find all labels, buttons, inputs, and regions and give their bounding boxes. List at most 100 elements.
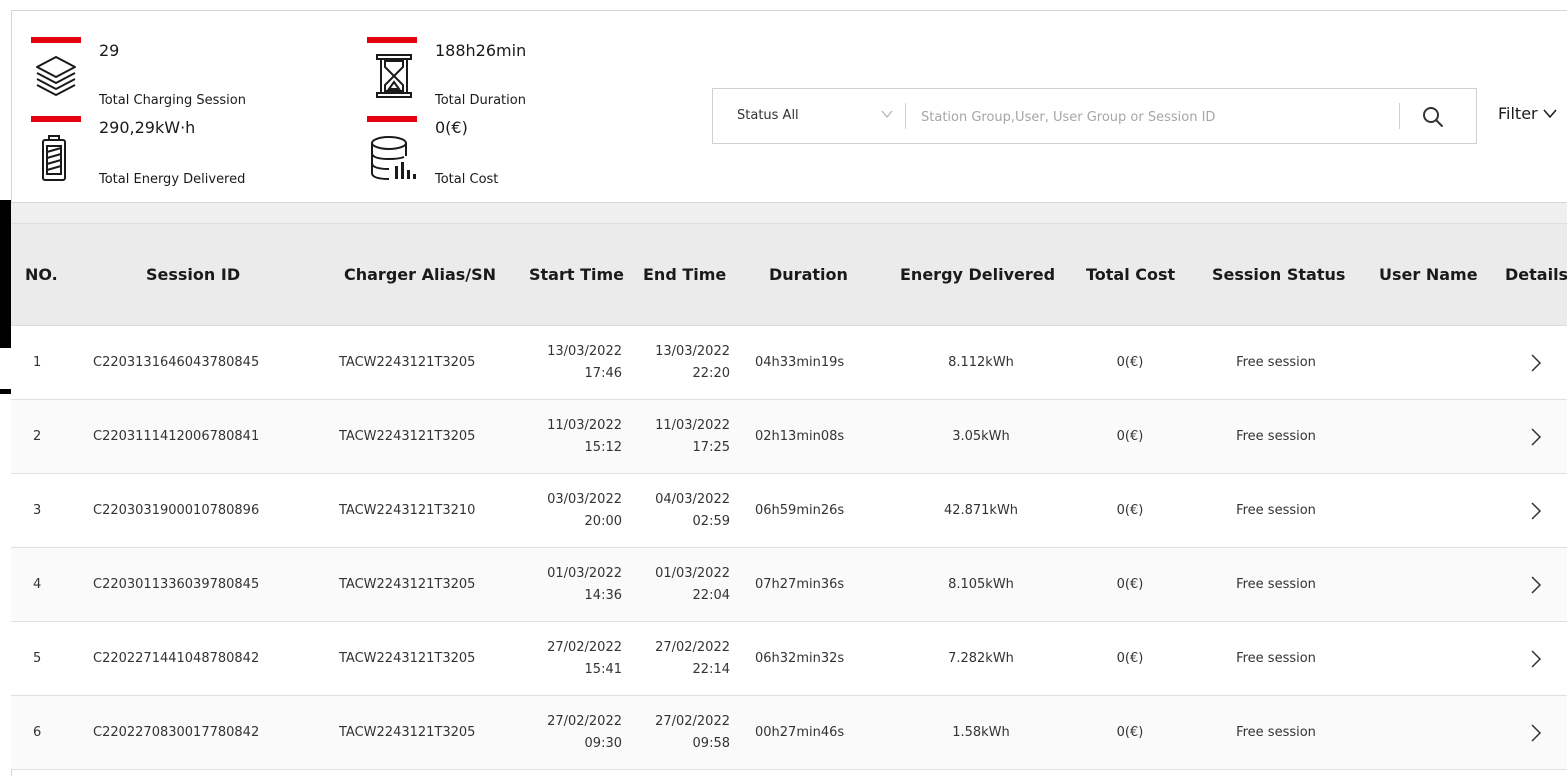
cost-label: Total Cost — [435, 172, 499, 187]
table-body: 1 C2203131646043780845 TACW2243121T3205 … — [11, 326, 1567, 770]
start-clock: 09:30 — [584, 735, 622, 751]
search-icon — [1423, 107, 1443, 127]
cell-status: Free session — [1236, 429, 1316, 444]
cell-duration: 06h32min32s — [755, 651, 845, 666]
start-clock: 15:41 — [584, 661, 622, 677]
cell-charger: TACW2243121T3205 — [339, 651, 476, 666]
stat-accent-bar — [367, 37, 417, 43]
start-date: 27/02/2022 — [547, 713, 622, 729]
cell-user — [1371, 474, 1481, 547]
chevron-right-icon — [1531, 501, 1542, 520]
cell-duration: 00h27min46s — [755, 725, 845, 740]
duration-value: 188h26min — [435, 41, 527, 60]
cell-end-time: 01/03/2022 22:04 — [627, 548, 730, 621]
cell-status: Free session — [1236, 503, 1316, 518]
cell-end-time: 13/03/2022 22:20 — [627, 326, 730, 399]
stat-accent-bar — [367, 116, 417, 122]
end-clock: 22:20 — [692, 365, 730, 381]
cell-duration: 04h33min19s — [755, 355, 845, 370]
cell-cost: 0(€) — [1116, 429, 1144, 444]
header-charger[interactable]: Charger Alias/SN — [344, 224, 496, 326]
cell-charger: TACW2243121T3205 — [339, 429, 476, 444]
cell-end-time: 11/03/2022 17:25 — [627, 400, 730, 473]
header-start-time[interactable]: Start Time — [529, 224, 624, 326]
cell-duration: 07h27min36s — [755, 577, 845, 592]
end-clock: 17:25 — [692, 439, 730, 455]
search-button[interactable] — [1413, 97, 1453, 137]
header-user[interactable]: User Name — [1379, 224, 1478, 326]
cell-start-time: 01/03/2022 14:36 — [518, 548, 622, 621]
details-button[interactable] — [1516, 548, 1556, 621]
table-row[interactable]: 2 C2203111412006780841 TACW2243121T3205 … — [11, 400, 1567, 474]
sessions-table: NO. Session ID Charger Alias/SN Start Ti… — [11, 224, 1567, 770]
end-clock: 02:59 — [692, 513, 730, 529]
header-status[interactable]: Session Status — [1212, 224, 1345, 326]
cell-end-time: 04/03/2022 02:59 — [627, 474, 730, 547]
stat-total-duration: 188h26min Total Duration — [367, 37, 687, 117]
end-date: 04/03/2022 — [655, 491, 730, 507]
cell-start-time: 27/02/2022 09:30 — [518, 696, 622, 769]
start-date: 11/03/2022 — [547, 417, 622, 433]
energy-label: Total Energy Delivered — [99, 172, 246, 187]
cell-end-time: 27/02/2022 22:14 — [627, 622, 730, 695]
section-separator — [11, 202, 1567, 224]
cell-session-id: C2203111412006780841 — [93, 429, 260, 444]
cell-session-id: C2203131646043780845 — [93, 355, 260, 370]
filter-button[interactable]: Filter — [1498, 104, 1558, 123]
table-row[interactable]: 3 C2203031900010780896 TACW2243121T3210 … — [11, 474, 1567, 548]
search-input[interactable] — [919, 99, 1393, 135]
start-date: 01/03/2022 — [547, 565, 622, 581]
header-cost[interactable]: Total Cost — [1086, 224, 1175, 326]
end-clock: 22:04 — [692, 587, 730, 603]
charging-sessions-page: 29 Total Charging Session 290,29kW·h Tot… — [0, 0, 1567, 776]
cell-session-id: C2202270830017780842 — [93, 725, 260, 740]
header-session-id[interactable]: Session ID — [146, 224, 240, 326]
cell-no: 6 — [33, 725, 42, 740]
header-energy[interactable]: Energy Delivered — [900, 224, 1055, 326]
chevron-down-icon[interactable] — [881, 89, 893, 143]
cell-energy: 42.871kWh — [943, 503, 1019, 518]
table-row[interactable]: 4 C2203011336039780845 TACW2243121T3205 … — [11, 548, 1567, 622]
cell-start-time: 11/03/2022 15:12 — [518, 400, 622, 473]
chevron-right-icon — [1531, 575, 1542, 594]
details-button[interactable] — [1516, 622, 1556, 695]
stat-total-cost: 0(€) Total Cost — [367, 116, 687, 196]
start-date: 03/03/2022 — [547, 491, 622, 507]
end-date: 01/03/2022 — [655, 565, 730, 581]
cell-duration: 02h13min08s — [755, 429, 845, 444]
table-row[interactable]: 6 C2202270830017780842 TACW2243121T3205 … — [11, 696, 1567, 770]
header-end-time[interactable]: End Time — [643, 224, 726, 326]
header-duration[interactable]: Duration — [769, 224, 848, 326]
database-chart-icon — [369, 134, 416, 186]
table-row[interactable]: 1 C2203131646043780845 TACW2243121T3205 … — [11, 326, 1567, 400]
cell-cost: 0(€) — [1116, 651, 1144, 666]
sessions-label: Total Charging Session — [99, 93, 246, 108]
details-button[interactable] — [1516, 400, 1556, 473]
details-button[interactable] — [1516, 326, 1556, 399]
chevron-right-icon — [1531, 649, 1542, 668]
left-edge-decoration — [0, 389, 11, 394]
cell-user — [1371, 622, 1481, 695]
cell-energy: 1.58kWh — [952, 725, 1010, 740]
cell-status: Free session — [1236, 577, 1316, 592]
cell-status: Free session — [1236, 651, 1316, 666]
layers-icon — [33, 49, 79, 101]
stat-total-sessions: 29 Total Charging Session — [31, 37, 351, 117]
cell-end-time: 27/02/2022 09:58 — [627, 696, 730, 769]
end-date: 13/03/2022 — [655, 343, 730, 359]
cell-energy: 3.05kWh — [952, 429, 1010, 444]
cell-charger: TACW2243121T3205 — [339, 355, 476, 370]
header-no[interactable]: NO. — [25, 224, 58, 326]
table-header: NO. Session ID Charger Alias/SN Start Ti… — [11, 224, 1567, 326]
left-edge-decoration — [0, 200, 11, 348]
details-button[interactable] — [1516, 474, 1556, 547]
cell-user — [1371, 400, 1481, 473]
header-details[interactable]: Details — [1505, 224, 1567, 326]
stat-total-energy: 290,29kW·h Total Energy Delivered — [31, 116, 351, 196]
cell-no: 1 — [33, 355, 42, 370]
cell-no: 2 — [33, 429, 42, 444]
start-clock: 17:46 — [584, 365, 622, 381]
details-button[interactable] — [1516, 696, 1556, 769]
cell-start-time: 27/02/2022 15:41 — [518, 622, 622, 695]
table-row[interactable]: 5 C2202271441048780842 TACW2243121T3205 … — [11, 622, 1567, 696]
